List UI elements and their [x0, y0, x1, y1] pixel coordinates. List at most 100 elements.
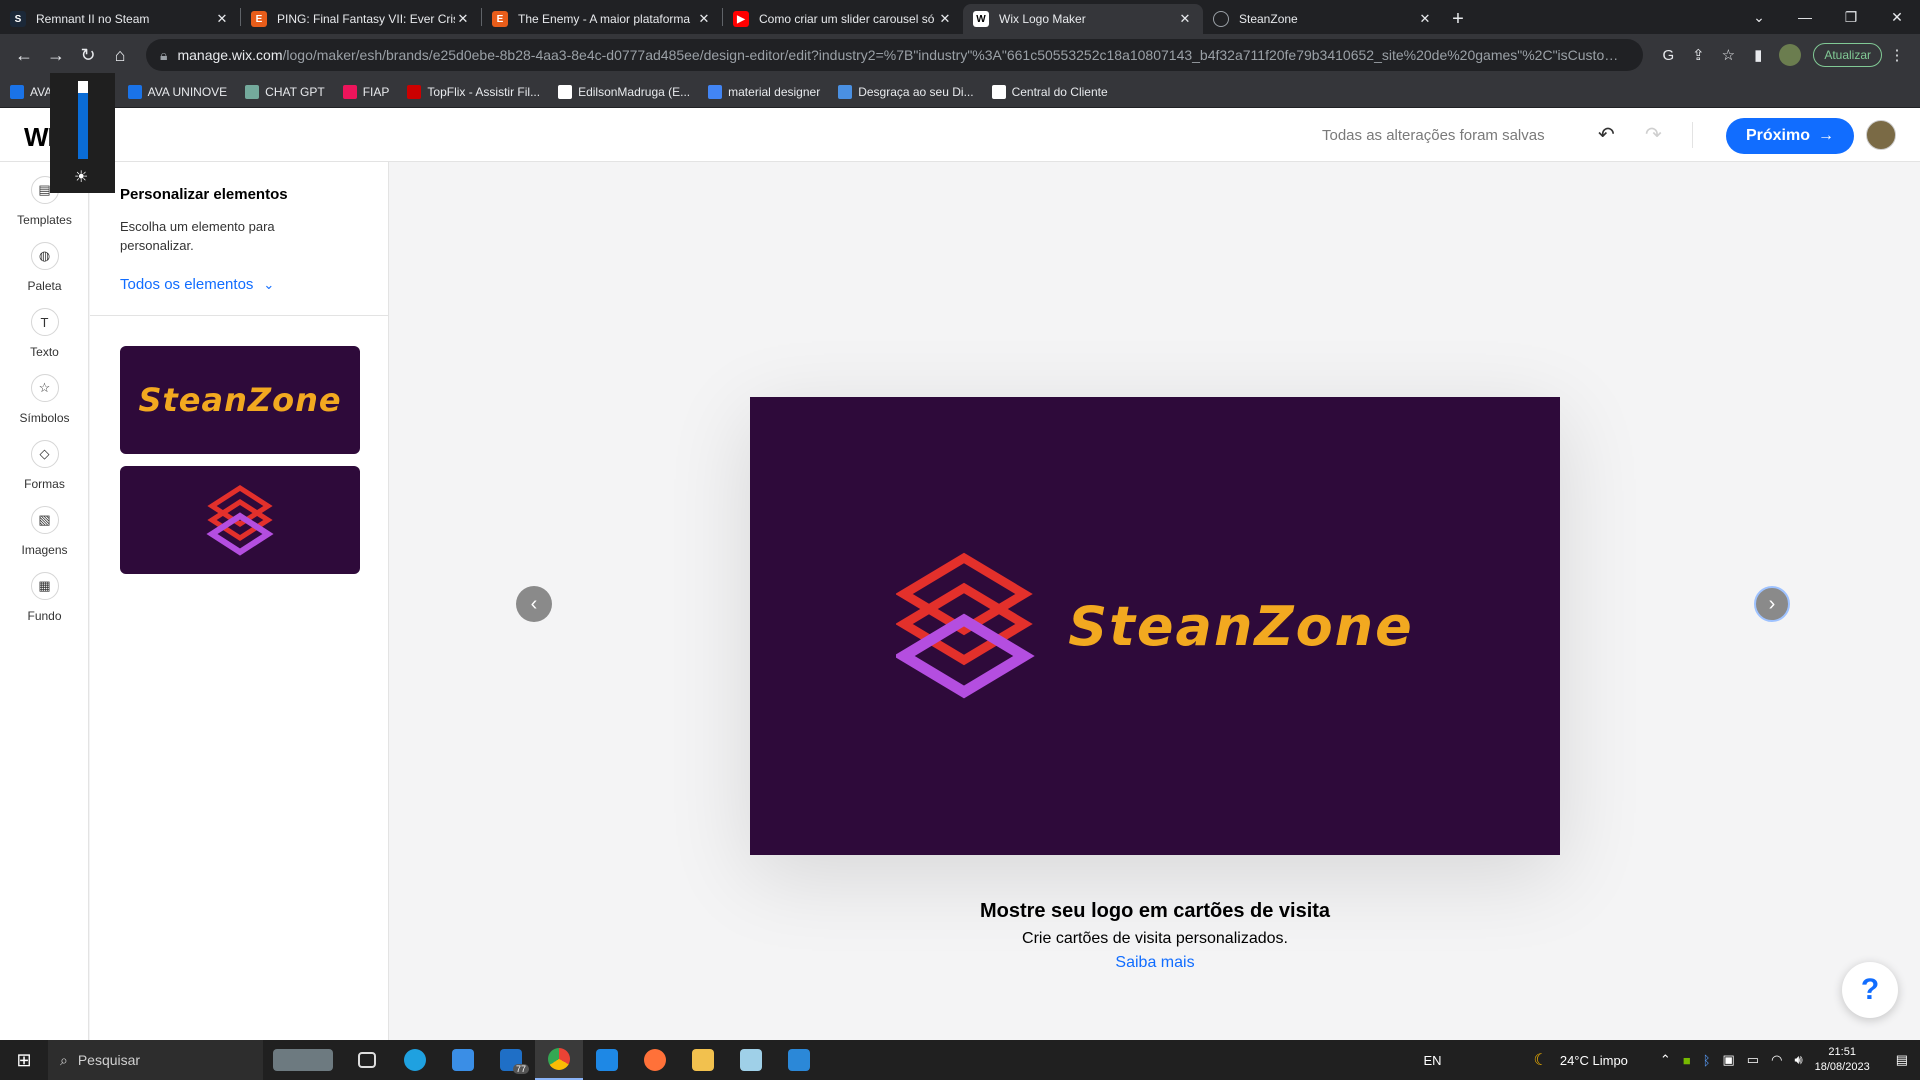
update-button[interactable]: Atualizar: [1813, 43, 1882, 67]
close-window-icon[interactable]: ✕: [1874, 9, 1920, 26]
google-icon[interactable]: G: [1653, 47, 1683, 64]
help-button[interactable]: ?: [1842, 962, 1898, 1018]
redo-icon[interactable]: ↷: [1645, 122, 1662, 147]
notepad-icon[interactable]: [727, 1040, 775, 1080]
rail-item-símbolos[interactable]: ☆ Símbolos: [0, 374, 89, 425]
notifications-icon[interactable]: ▤: [1896, 1052, 1908, 1068]
close-icon[interactable]: ✕: [696, 11, 712, 27]
task-view-icon[interactable]: [343, 1040, 391, 1080]
learn-more-link[interactable]: Saiba mais: [390, 954, 1920, 972]
element-card-text[interactable]: SteanZone: [120, 346, 360, 454]
panel-description: Escolha um elemento para personalizar.: [120, 219, 275, 253]
chevron-up-icon[interactable]: ⌃: [1660, 1052, 1671, 1068]
browser-tab[interactable]: E The Enemy - A maior plataforma ✕: [482, 4, 722, 34]
brand-name-text[interactable]: SteanZone: [1068, 595, 1414, 658]
bookmark-item[interactable]: FIAP: [342, 84, 389, 99]
bookmark-icon: [838, 84, 853, 99]
bookmark-icon: [342, 84, 357, 99]
clock[interactable]: 21:51 18/08/2023: [1815, 1045, 1870, 1075]
profile-avatar[interactable]: [1779, 44, 1802, 66]
reload-icon[interactable]: ↻: [72, 39, 104, 71]
bookmark-label: material designer: [728, 84, 821, 99]
prev-arrow-button[interactable]: ‹: [516, 586, 552, 622]
taskbar-search[interactable]: ⌕ Pesquisar: [48, 1040, 263, 1080]
next-button[interactable]: Próximo →: [1726, 118, 1854, 154]
chrome-icon[interactable]: [535, 1040, 583, 1080]
menu-icon[interactable]: ⋮: [1882, 46, 1912, 64]
restore-icon[interactable]: ❐: [1828, 9, 1874, 26]
caption-subtitle: Crie cartões de visita personalizados.: [1022, 930, 1288, 947]
rail-item-texto[interactable]: T Texto: [0, 308, 89, 359]
bookmark-label: AVA UNINOVE: [147, 84, 228, 99]
wifi-icon[interactable]: ◠: [1771, 1052, 1782, 1068]
bookmark-item[interactable]: material designer: [708, 84, 821, 99]
arrow-right-icon: →: [1818, 127, 1834, 144]
url-path: /logo/maker/esh/brands/e25d0ebe-8b28-4aa…: [282, 47, 1630, 63]
browser-tab-active[interactable]: W Wix Logo Maker ✕: [963, 4, 1203, 34]
close-icon[interactable]: ✕: [937, 11, 953, 27]
rail-item-fundo[interactable]: ▦ Fundo: [0, 572, 89, 623]
nvidia-icon[interactable]: ■: [1683, 1053, 1691, 1068]
user-avatar[interactable]: [1866, 120, 1896, 150]
forward-icon[interactable]: →: [40, 39, 72, 71]
device-icon[interactable]: ▣: [1723, 1052, 1735, 1068]
next-arrow-button[interactable]: ›: [1754, 586, 1790, 622]
minimize-icon[interactable]: —: [1782, 9, 1828, 25]
browser-tab[interactable]: SteanZone ✕: [1203, 4, 1443, 34]
share-icon[interactable]: ⇪: [1683, 46, 1713, 64]
firefox-icon[interactable]: [631, 1040, 679, 1080]
browser-tab[interactable]: S Remnant II no Steam ✕: [0, 4, 240, 34]
vscode-icon[interactable]: [583, 1040, 631, 1080]
home-icon[interactable]: ⌂: [104, 39, 136, 71]
bookmark-star-icon[interactable]: ☆: [1713, 46, 1743, 64]
volume-icon[interactable]: 🔊︎: [1794, 1052, 1802, 1068]
element-card-symbol[interactable]: [120, 466, 360, 574]
language-indicator[interactable]: EN: [1423, 1053, 1441, 1068]
save-status: Todas as alterações foram salvas: [1322, 127, 1545, 144]
photos-icon[interactable]: [775, 1040, 823, 1080]
bookmark-item[interactable]: AVA UNINOVE: [127, 84, 228, 99]
browser-tab[interactable]: E PING: Final Fantasy VII: Ever Crisis ✕: [241, 4, 481, 34]
brightness-overlay: ☀: [50, 73, 115, 193]
city-widget-icon[interactable]: [263, 1040, 343, 1080]
caption-title: Mostre seu logo em cartões de visita: [979, 900, 1331, 922]
back-icon[interactable]: ←: [8, 39, 40, 71]
edge-icon[interactable]: [391, 1040, 439, 1080]
tab-title: The Enemy - A maior plataforma: [518, 12, 691, 26]
brightness-slider[interactable]: [78, 81, 88, 159]
close-icon[interactable]: ✕: [455, 11, 471, 27]
rail-item-label: Fundo: [27, 609, 62, 623]
elements-filter-dropdown[interactable]: Todos os elementos ⌄: [120, 276, 274, 293]
rail-item-paleta[interactable]: ◍ Paleta: [0, 242, 89, 293]
close-icon[interactable]: ✕: [214, 11, 230, 27]
address-bar[interactable]: 🔒︎ manage.wix.com/logo/maker/esh/brands/…: [146, 39, 1644, 71]
windows-start-icon[interactable]: ⊞: [0, 1050, 48, 1071]
store-icon[interactable]: [439, 1040, 487, 1080]
side-panel-icon[interactable]: ▮: [1743, 46, 1773, 64]
browser-tab[interactable]: ▶ Como criar um slider carousel só ✕: [723, 4, 963, 34]
close-icon[interactable]: ✕: [1177, 11, 1193, 27]
rail-item-formas[interactable]: ◇ Formas: [0, 440, 89, 491]
rail-item-imagens[interactable]: ▧ Imagens: [0, 506, 89, 557]
close-icon[interactable]: ✕: [1417, 11, 1433, 27]
new-tab-button[interactable]: +: [1443, 4, 1473, 34]
window-controls: ⌄ — ❐ ✕: [1736, 0, 1920, 34]
weather-text[interactable]: 24°C Limpo: [1560, 1053, 1628, 1068]
battery-icon[interactable]: ▭: [1747, 1052, 1759, 1068]
bookmark-item[interactable]: TopFlix - Assistir Fil...: [407, 84, 540, 99]
bookmark-icon: [127, 84, 142, 99]
palette-icon: ◍: [30, 242, 59, 270]
mail-icon[interactable]: 77: [487, 1040, 535, 1080]
chevron-down-icon[interactable]: ⌄: [1736, 9, 1782, 26]
file-explorer-icon[interactable]: [679, 1040, 727, 1080]
bookmark-item[interactable]: Desgraça ao seu Di...: [838, 84, 974, 99]
bookmark-item[interactable]: Central do Cliente: [991, 84, 1108, 99]
bookmark-item[interactable]: CHAT GPT: [245, 84, 325, 99]
undo-icon[interactable]: ↶: [1598, 122, 1615, 147]
bluetooth-icon[interactable]: ᛒ: [1703, 1053, 1711, 1068]
rail-item-label: Paleta: [27, 279, 62, 293]
brightness-handle[interactable]: [78, 81, 88, 93]
divider: [90, 315, 389, 316]
bookmark-label: CHAT GPT: [265, 84, 325, 99]
bookmark-item[interactable]: EdilsonMadruga (E...: [558, 84, 690, 99]
